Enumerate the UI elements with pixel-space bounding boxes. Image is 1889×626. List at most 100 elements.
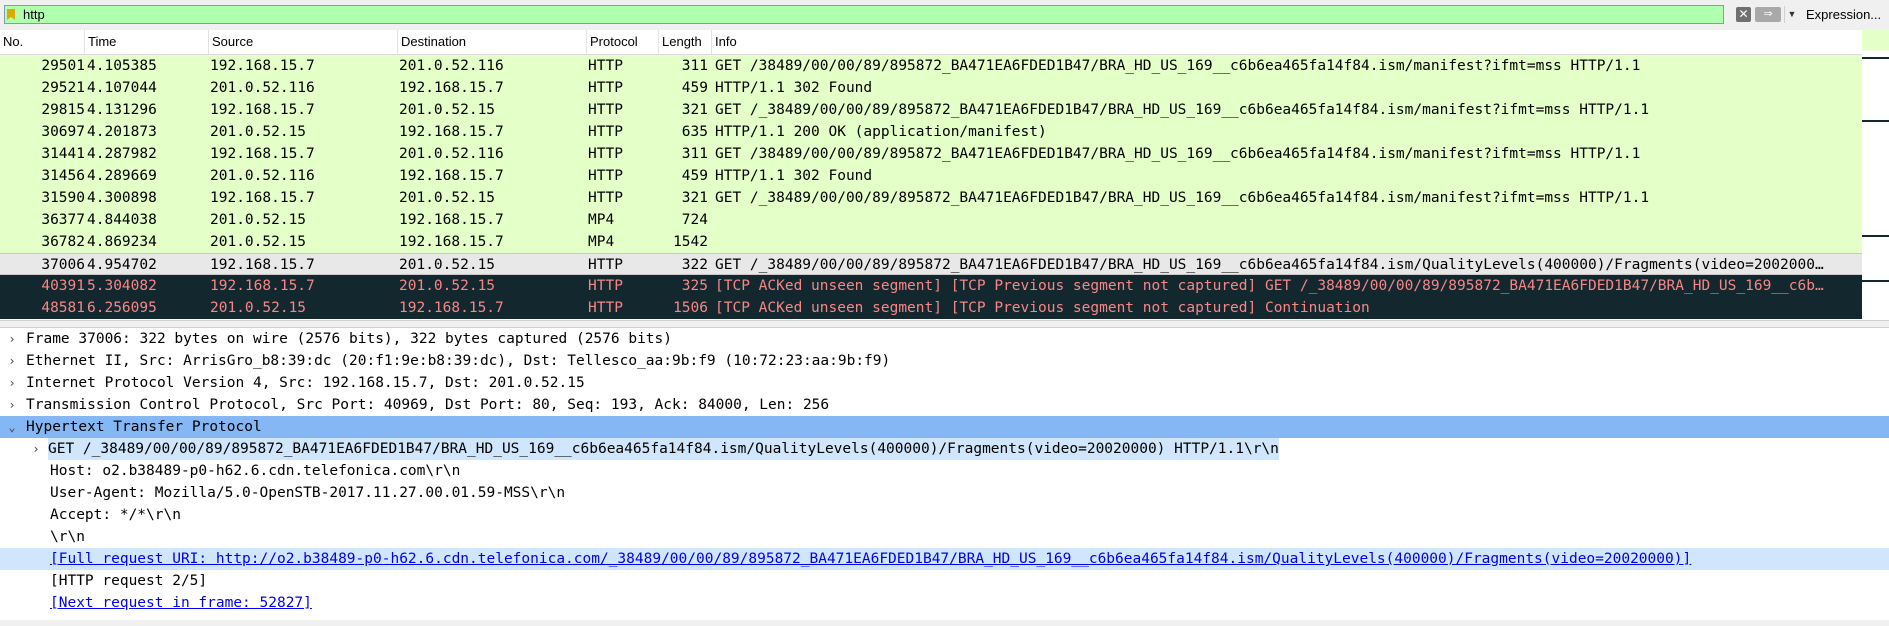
packet-no: 48581 bbox=[41, 300, 85, 316]
column-header-protocol[interactable]: Protocol bbox=[587, 30, 659, 54]
packet-length: 459 bbox=[681, 80, 708, 96]
column-header-time[interactable]: Time bbox=[85, 30, 209, 54]
packet-list-header: No. Time Source Destination Protocol Len… bbox=[0, 30, 1862, 55]
packet-row[interactable]: 29501 4.105385 192.168.15.7 201.0.52.116 HTT… bbox=[0, 55, 1862, 77]
packet-no: 29521 bbox=[41, 80, 85, 96]
minimap-marker bbox=[1862, 120, 1889, 122]
tree-item-http-request-count[interactable]: [HTTP request 2/5] bbox=[0, 570, 1889, 592]
tree-item-user-agent[interactable]: User-Agent: Mozilla/5.0-OpenSTB-2017.11.… bbox=[0, 482, 1889, 504]
packet-time: 5.304082 bbox=[87, 278, 157, 294]
packet-source: 192.168.15.7 bbox=[210, 102, 315, 118]
packet-row-selected[interactable]: 37006 4.954702 192.168.15.7 201.0.52.15 HTTP… bbox=[0, 253, 1862, 275]
packet-protocol: HTTP bbox=[588, 257, 623, 273]
packet-row[interactable]: 31441 4.287982 192.168.15.7 201.0.52.116 HTT… bbox=[0, 143, 1862, 165]
packet-source: 192.168.15.7 bbox=[210, 146, 315, 162]
packet-length: 1542 bbox=[673, 234, 708, 250]
pane-splitter[interactable] bbox=[0, 320, 1889, 328]
tree-item-host[interactable]: Host: o2.b38489-p0-h62.6.cdn.telefonica.… bbox=[0, 460, 1889, 482]
packet-length: 635 bbox=[681, 124, 708, 140]
packet-destination: 201.0.52.15 bbox=[399, 190, 496, 206]
packet-row[interactable]: 29815 4.131296 192.168.15.7 201.0.52.15 HTTP… bbox=[0, 99, 1862, 121]
chevron-down-icon[interactable]: ⌄ bbox=[6, 416, 18, 438]
packet-destination: 192.168.15.7 bbox=[399, 124, 504, 140]
packet-no: 36377 bbox=[41, 212, 85, 228]
packet-destination: 201.0.52.15 bbox=[399, 278, 496, 294]
bookmark-icon[interactable] bbox=[7, 9, 15, 20]
column-header-length[interactable]: Length bbox=[659, 30, 712, 54]
packet-info: HTTP/1.1 302 Found bbox=[715, 168, 873, 184]
packet-info: GET /38489/00/00/89/895872_BA471EA6FDED1… bbox=[715, 146, 1641, 162]
packet-row[interactable]: 29521 4.107044 201.0.52.116 192.168.15.7 HTT… bbox=[0, 77, 1862, 99]
packet-source: 201.0.52.116 bbox=[210, 168, 315, 184]
chevron-down-icon[interactable]: ▼ bbox=[1784, 6, 1799, 23]
tree-item-label: \r\n bbox=[50, 529, 85, 545]
packet-protocol: MP4 bbox=[588, 212, 615, 228]
packet-time: 4.287982 bbox=[87, 146, 157, 162]
packet-row[interactable]: 30697 4.201873 201.0.52.15 192.168.15.7 HTTP… bbox=[0, 121, 1862, 143]
packet-row[interactable]: 36377 4.844038 201.0.52.15 192.168.15.7 MP4 7… bbox=[0, 209, 1862, 231]
packet-source: 192.168.15.7 bbox=[210, 278, 315, 294]
column-header-destination[interactable]: Destination bbox=[398, 30, 587, 54]
packet-protocol: HTTP bbox=[588, 300, 623, 316]
packet-protocol: HTTP bbox=[588, 168, 623, 184]
tree-item-tcp[interactable]: › Transmission Control Protocol, Src Por… bbox=[0, 394, 1889, 416]
column-header-source[interactable]: Source bbox=[209, 30, 398, 54]
tree-item-http[interactable]: ⌄ Hypertext Transfer Protocol bbox=[0, 416, 1889, 438]
packet-length: 325 bbox=[681, 278, 708, 294]
packet-row-error[interactable]: 40391 5.304082 192.168.15.7 201.0.52.15 HTTP… bbox=[0, 275, 1862, 297]
column-header-info[interactable]: Info bbox=[712, 30, 1862, 54]
tree-item-label: Accept: */*\r\n bbox=[50, 507, 181, 523]
packet-row[interactable]: 36782 4.869234 201.0.52.15 192.168.15.7 MP4 1… bbox=[0, 231, 1862, 253]
packet-no: 40391 bbox=[41, 278, 85, 294]
display-filter-value[interactable]: http bbox=[23, 7, 45, 22]
tree-item-ipv4[interactable]: › Internet Protocol Version 4, Src: 192.… bbox=[0, 372, 1889, 394]
packet-time: 6.256095 bbox=[87, 300, 157, 316]
status-bar bbox=[0, 620, 1889, 626]
chevron-right-icon[interactable]: › bbox=[6, 328, 18, 350]
chevron-right-icon[interactable]: › bbox=[6, 372, 18, 394]
packet-length: 1506 bbox=[673, 300, 708, 316]
tree-item-label: GET /_38489/00/00/89/895872_BA471EA6FDED… bbox=[48, 438, 1279, 460]
column-header-no[interactable]: No. bbox=[0, 30, 85, 54]
packet-info: GET /_38489/00/00/89/895872_BA471EA6FDED… bbox=[715, 102, 1650, 118]
packet-time: 4.289669 bbox=[87, 168, 157, 184]
packet-length: 724 bbox=[681, 212, 708, 228]
packet-destination: 201.0.52.116 bbox=[399, 58, 504, 74]
tree-item-label: Host: o2.b38489-p0-h62.6.cdn.telefonica.… bbox=[50, 463, 461, 479]
tree-item-label: Ethernet II, Src: ArrisGro_b8:39:dc (20:… bbox=[26, 353, 891, 369]
tree-item-ethernet[interactable]: › Ethernet II, Src: ArrisGro_b8:39:dc (2… bbox=[0, 350, 1889, 372]
clear-icon[interactable]: ✕ bbox=[1736, 7, 1751, 22]
packet-source: 192.168.15.7 bbox=[210, 257, 315, 273]
apply-arrow-icon[interactable]: ⇒ bbox=[1755, 7, 1781, 22]
packet-info: [TCP ACKed unseen segment] [TCP Previous… bbox=[715, 278, 1824, 294]
packet-no: 31590 bbox=[41, 190, 85, 206]
chevron-right-icon[interactable]: › bbox=[6, 350, 18, 372]
tree-item-label: Frame 37006: 322 bytes on wire (2576 bit… bbox=[26, 331, 673, 347]
tree-item-next-request[interactable]: [Next request in frame: 52827] bbox=[0, 592, 1889, 614]
tree-item-accept[interactable]: Accept: */*\r\n bbox=[0, 504, 1889, 526]
tree-item-crlf[interactable]: \r\n bbox=[0, 526, 1889, 548]
full-request-uri-link[interactable]: [Full request URI: http://o2.b38489-p0-h… bbox=[50, 548, 1691, 570]
display-filter-input[interactable]: http bbox=[4, 5, 1724, 24]
packet-row[interactable]: 31456 4.289669 201.0.52.116 192.168.15.7 HTT… bbox=[0, 165, 1862, 187]
packet-source: 201.0.52.15 bbox=[210, 234, 307, 250]
tree-item-request-line[interactable]: › GET /_38489/00/00/89/895872_BA471EA6FD… bbox=[0, 438, 1889, 460]
packet-destination: 192.168.15.7 bbox=[399, 80, 504, 96]
chevron-right-icon[interactable]: › bbox=[6, 394, 18, 416]
packet-list-scrollbar[interactable] bbox=[1862, 30, 1889, 320]
tree-item-label: Hypertext Transfer Protocol bbox=[26, 419, 262, 435]
tree-item-frame[interactable]: › Frame 37006: 322 bytes on wire (2576 b… bbox=[0, 328, 1889, 350]
packet-source: 201.0.52.15 bbox=[210, 300, 307, 316]
packet-no: 30697 bbox=[41, 124, 85, 140]
tree-item-label: Transmission Control Protocol, Src Port:… bbox=[26, 397, 830, 413]
packet-row-error[interactable]: 48581 6.256095 201.0.52.15 192.168.15.7 HTTP… bbox=[0, 297, 1862, 319]
packet-length: 321 bbox=[681, 190, 708, 206]
minimap-marker bbox=[1862, 280, 1889, 282]
packet-row[interactable]: 31590 4.300898 192.168.15.7 201.0.52.15 HTTP… bbox=[0, 187, 1862, 209]
packet-length: 459 bbox=[681, 168, 708, 184]
chevron-right-icon[interactable]: › bbox=[30, 438, 42, 460]
expression-button[interactable]: Expression... bbox=[1806, 7, 1881, 22]
next-request-link[interactable]: [Next request in frame: 52827] bbox=[50, 592, 312, 614]
tree-item-full-request-uri[interactable]: [Full request URI: http://o2.b38489-p0-h… bbox=[0, 548, 1889, 570]
packet-protocol: HTTP bbox=[588, 278, 623, 294]
